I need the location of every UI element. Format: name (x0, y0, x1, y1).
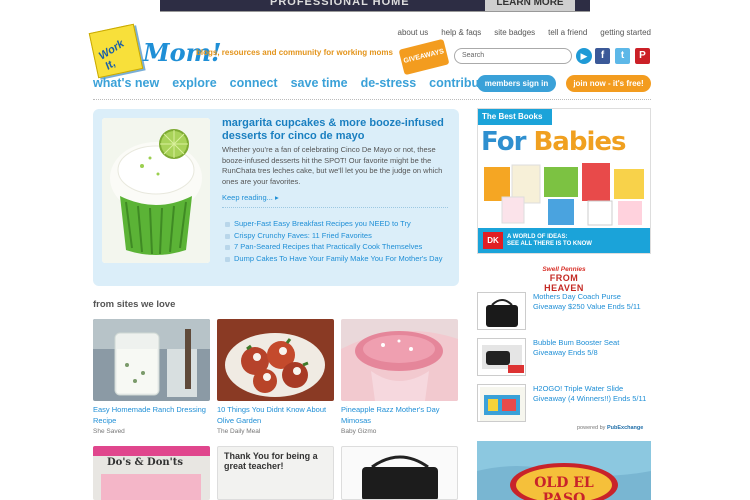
book-ad-footer: DK A WORLD OF IDEAS: SEE ALL THERE IS TO … (478, 228, 650, 253)
partner-item[interactable]: Bubble Bum Booster Seat Giveaway Ends 5/… (477, 338, 651, 378)
feature-divider (222, 207, 448, 208)
partner-thumb[interactable] (477, 384, 526, 422)
oep-logo-text: OLD EL PASO (534, 475, 594, 500)
partner-item[interactable]: Mothers Day Coach Purse Giveaway $250 Va… (477, 292, 651, 332)
search-go-button[interactable]: ▶ (576, 48, 592, 64)
tile-source: Baby Gizmo (341, 428, 377, 435)
related-link[interactable]: 7 Pan-Seared Recipes that Practically Co… (222, 242, 450, 253)
site-tile[interactable]: Do's & Don'ts (93, 446, 210, 500)
sticky-note-icon: Work It, (88, 23, 144, 79)
divider (93, 99, 651, 100)
top-banner-ad[interactable]: PROFESSIONAL HOME LEARN MORE (160, 0, 590, 12)
partner-link[interactable]: H2OGO! Triple Water Slide Giveaway (4 Wi… (533, 384, 649, 404)
tile-image[interactable] (341, 446, 458, 500)
tile-image[interactable]: Thank You for being a great teacher! (217, 446, 334, 500)
feature-body: Whether you're a fan of celebrating Cinc… (222, 145, 443, 186)
top-link-help-faqs[interactable]: help & faqs (441, 28, 481, 37)
related-link[interactable]: Crispy Crunchy Faves: 11 Fried Favorites (222, 231, 450, 242)
facebook-icon[interactable]: f (595, 48, 610, 64)
top-link-about-us[interactable]: about us (398, 28, 429, 37)
giveaways-badge[interactable]: GIVEAWAYS (398, 38, 450, 76)
tile-image[interactable] (341, 319, 458, 401)
site-tile[interactable]: Easy Homemade Ranch Dressing Recipe She … (93, 319, 210, 435)
banner-learn-more-button[interactable]: LEARN MORE (485, 0, 575, 11)
main-nav: what's new explore connect save time de-… (93, 76, 490, 90)
powered-by[interactable]: powered by PubExchange (577, 425, 643, 431)
section-heading: from sites we love (93, 299, 176, 310)
search-input[interactable]: Search (454, 48, 572, 64)
tile-caption[interactable]: Easy Homemade Ranch Dressing Recipe (93, 405, 210, 426)
top-link-getting-started[interactable]: getting started (600, 28, 651, 37)
book-ad-title: For Babies (481, 127, 626, 157)
site-tile[interactable]: Thank You for being a great teacher! (217, 446, 334, 500)
partner-logo[interactable]: Swell Pennies FROM HEAVEN (534, 266, 594, 293)
feature-title-link[interactable]: margarita cupcakes & more booze-infused … (222, 117, 446, 143)
twitter-icon[interactable]: t (615, 48, 630, 64)
old-el-paso-ad[interactable]: OLD EL PASO (477, 441, 651, 500)
tile-overlay-text: Do's & Don'ts (107, 457, 183, 468)
site-tile[interactable] (341, 446, 458, 500)
nav-save-time[interactable]: save time (291, 76, 348, 90)
book-covers-image (484, 163, 644, 226)
book-ad[interactable]: The Best Books For Babies DK A WORLD OF … (477, 108, 651, 254)
partner-thumb[interactable] (477, 338, 526, 376)
banner-text: PROFESSIONAL HOME (270, 0, 410, 8)
tile-overlay-text: Thank You for being a great teacher! (224, 451, 318, 471)
top-link-site-badges[interactable]: site badges (494, 28, 535, 37)
members-sign-in-button[interactable]: members sign in (477, 75, 556, 92)
feature-image[interactable] (102, 118, 210, 263)
partner-thumb[interactable] (477, 292, 526, 330)
top-link-tell-a-friend[interactable]: tell a friend (548, 28, 587, 37)
nav-explore[interactable]: explore (172, 76, 216, 90)
tile-image[interactable] (217, 319, 334, 401)
nav-de-stress[interactable]: de-stress (361, 76, 417, 90)
site-logo[interactable]: Work It, Mom! (88, 22, 222, 84)
keep-reading-link[interactable]: Keep reading... ▸ (222, 193, 279, 202)
site-tile[interactable]: 10 Things You Didnt Know About Olive Gar… (217, 319, 334, 435)
featured-article: margarita cupcakes & more booze-infused … (93, 109, 459, 286)
tile-source: The Daily Meal (217, 428, 261, 435)
book-ad-header: The Best Books (478, 109, 552, 125)
nav-whats-new[interactable]: what's new (93, 76, 159, 90)
tagline: blogs, resources and community for worki… (196, 48, 393, 57)
site-tile[interactable]: Pineapple Razz Mother's Day Mimosas Baby… (341, 319, 458, 435)
tile-image[interactable] (93, 319, 210, 401)
tile-caption[interactable]: 10 Things You Didnt Know About Olive Gar… (217, 405, 334, 426)
pinterest-icon[interactable]: P (635, 48, 650, 64)
dk-logo-icon: DK (483, 232, 503, 249)
related-links: Super-Fast Easy Breakfast Recipes you NE… (222, 219, 450, 265)
partner-link[interactable]: Mothers Day Coach Purse Giveaway $250 Va… (533, 292, 649, 312)
join-now-button[interactable]: join now - it's free! (566, 75, 651, 92)
partner-link[interactable]: Bubble Bum Booster Seat Giveaway Ends 5/… (533, 338, 649, 358)
related-link[interactable]: Super-Fast Easy Breakfast Recipes you NE… (222, 219, 450, 230)
tile-source: She Saved (93, 428, 125, 435)
partner-item[interactable]: H2OGO! Triple Water Slide Giveaway (4 Wi… (477, 384, 651, 424)
tile-image[interactable]: Do's & Don'ts (93, 446, 210, 500)
related-link[interactable]: Dump Cakes To Have Your Family Make You … (222, 254, 450, 265)
nav-connect[interactable]: connect (230, 76, 278, 90)
tile-caption[interactable]: Pineapple Razz Mother's Day Mimosas (341, 405, 458, 426)
top-links: about us help & faqs site badges tell a … (398, 28, 652, 37)
